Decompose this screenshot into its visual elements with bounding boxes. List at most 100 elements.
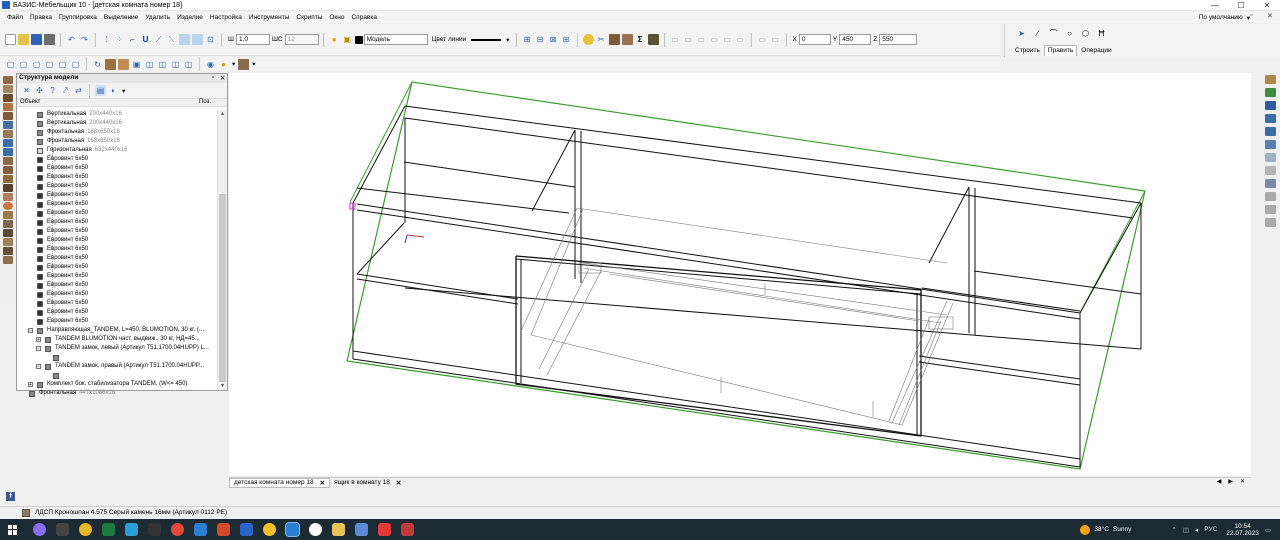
measure-icon[interactable]: ⟍	[166, 34, 177, 45]
telegram-icon[interactable]	[125, 523, 138, 536]
box-icon[interactable]	[608, 34, 620, 45]
view-fit-icon[interactable]: ⊡	[205, 34, 216, 45]
view-front-icon[interactable]: ▢	[5, 59, 16, 70]
z-coord-input[interactable]: 550	[879, 34, 918, 45]
open-folder-icon[interactable]	[18, 34, 29, 45]
pointer-icon[interactable]: ➤	[1016, 28, 1027, 39]
collapse-icon[interactable]: −	[36, 364, 41, 370]
hole-icon[interactable]	[3, 166, 13, 174]
handle-icon[interactable]	[3, 193, 13, 201]
disabled-tool-1-icon[interactable]: ▭	[670, 34, 681, 45]
iso-view-1-icon[interactable]: ◫	[144, 59, 155, 70]
angle-icon[interactable]: ⟋	[153, 34, 164, 45]
line-tool-icon[interactable]: ∕	[1032, 28, 1043, 39]
color-swatch-icon[interactable]	[354, 35, 363, 44]
misc-tool-3-icon[interactable]	[3, 256, 13, 264]
view-bottom-icon[interactable]: ▢	[70, 59, 81, 70]
menu-product[interactable]: Изделие	[177, 14, 203, 21]
menu-file[interactable]: Файл	[7, 14, 23, 21]
undo-icon[interactable]: ↶	[66, 34, 77, 45]
weather-text[interactable]: Sunny	[1113, 526, 1131, 533]
menu-tools[interactable]: Инструменты	[249, 14, 290, 21]
minimize-button[interactable]: —	[1202, 0, 1228, 11]
model-viewport[interactable]	[229, 73, 1251, 476]
view-left-icon[interactable]: ▢	[18, 59, 29, 70]
tree-item[interactable]: Фронтальная 168x650x16	[17, 137, 217, 146]
disabled-tool-3-icon[interactable]: ▭	[696, 34, 707, 45]
app-arrow-icon[interactable]	[240, 523, 253, 536]
box-panel-icon[interactable]	[3, 130, 13, 138]
tree-item[interactable]: Вертикальная 200x440x16	[17, 119, 217, 128]
chrome-icon[interactable]	[79, 523, 92, 536]
tree-item[interactable]: Евровинт 6x50	[17, 182, 217, 191]
tab-close-all-icon[interactable]: ✕	[1240, 478, 1245, 485]
scene-icon[interactable]	[238, 58, 250, 70]
start-button[interactable]	[8, 524, 18, 535]
texture-view-icon[interactable]	[118, 58, 129, 70]
layer-select[interactable]: Модель	[363, 34, 428, 45]
tree-item[interactable]: + Комплект бок. стабилизатора TANDEM, (W<…	[17, 380, 217, 389]
material-icon[interactable]	[621, 34, 633, 45]
mdi-minimize-button[interactable]: _	[1233, 12, 1237, 19]
cone-icon[interactable]	[3, 211, 13, 219]
tab-document-drawer[interactable]: ящик в комнату 18 ✕	[330, 479, 405, 487]
maximize-button[interactable]: ☐	[1228, 0, 1254, 11]
tree-item[interactable]: Евровинт 6x50	[17, 155, 217, 164]
scroll-up-icon[interactable]: ▴	[218, 110, 227, 118]
misc-tool-2-icon[interactable]	[3, 247, 13, 255]
disabled-tool-4-icon[interactable]: ▭	[709, 34, 720, 45]
tab-operations[interactable]: Операции	[1077, 45, 1115, 56]
groove-icon[interactable]	[3, 148, 13, 156]
mdi-restore-button[interactable]: ▫	[1250, 12, 1252, 19]
yandex-icon[interactable]	[309, 523, 322, 536]
cloud-icon[interactable]	[1265, 153, 1276, 162]
cut-icon[interactable]	[3, 157, 13, 165]
chevron-down-icon[interactable]: ▾	[252, 60, 255, 68]
disabled-tool-8-icon[interactable]: ▭	[770, 34, 781, 45]
view-right-icon[interactable]: ▢	[44, 59, 55, 70]
layer-tool-icon[interactable]	[3, 229, 13, 237]
disabled-tool-7-icon[interactable]: ▭	[757, 34, 768, 45]
menu-scripts[interactable]: Скрипты	[296, 14, 322, 21]
menu-grouping[interactable]: Группировка	[59, 14, 97, 21]
layers-icon[interactable]	[1265, 114, 1276, 123]
solid-view-icon[interactable]	[105, 58, 116, 70]
ortho-icon[interactable]: ⌐	[127, 34, 138, 45]
light-icon[interactable]: ●	[218, 59, 229, 70]
sun-icon[interactable]	[582, 34, 594, 45]
tree-item[interactable]: Евровинт 6x50	[17, 227, 217, 236]
tree-item[interactable]: Евровинт 6x50	[17, 308, 217, 317]
profile-icon[interactable]	[3, 121, 13, 129]
expand-icon[interactable]: +	[36, 337, 41, 343]
misc-right-2-icon[interactable]	[1265, 179, 1276, 188]
menu-settings[interactable]: Настройка	[210, 14, 242, 21]
tree-item[interactable]: Евровинт 6x50	[17, 218, 217, 227]
new-file-icon[interactable]	[5, 34, 16, 45]
youtube-icon[interactable]	[378, 523, 391, 536]
tree-tool-5-icon[interactable]: ⇄	[73, 85, 84, 96]
tree-tool-2-icon[interactable]: ✣	[34, 85, 45, 96]
tree-scrollbar[interactable]: ▴ ▾	[217, 110, 227, 390]
menu-delete[interactable]: Удалить	[145, 14, 170, 21]
horizontal-panel-icon[interactable]	[3, 94, 13, 102]
save-icon[interactable]	[31, 34, 42, 45]
tree-item[interactable]: Евровинт 6x50	[17, 236, 217, 245]
tree-item[interactable]: Евровинт 6x50	[17, 254, 217, 263]
menu-help[interactable]: Справка	[351, 14, 377, 21]
sum-icon[interactable]: Σ	[635, 34, 646, 45]
tree-tool-3-icon[interactable]: ?	[47, 85, 58, 96]
misc-tool-1-icon[interactable]	[3, 238, 13, 246]
align-icon[interactable]: ⊠	[548, 34, 559, 45]
magnet-icon[interactable]: U	[140, 34, 151, 45]
camera-icon[interactable]: ◉	[205, 59, 216, 70]
tree-item[interactable]: Фронтальная 447x1086x16	[17, 389, 217, 398]
tree-item[interactable]: Евровинт 6x50	[17, 281, 217, 290]
language-indicator[interactable]: РУС	[1204, 526, 1217, 533]
front-panel-icon[interactable]	[3, 103, 13, 111]
close-icon[interactable]: ✕	[220, 74, 225, 82]
redo-icon[interactable]: ↷	[79, 34, 90, 45]
tree-item[interactable]: Евровинт 6x50	[17, 173, 217, 182]
catalog-icon[interactable]	[1265, 75, 1276, 84]
column-pos-header[interactable]: Поз.	[199, 99, 211, 105]
tree-item[interactable]: − TANDEM замок, левый (Артикул T51.1700.0…	[17, 344, 217, 353]
